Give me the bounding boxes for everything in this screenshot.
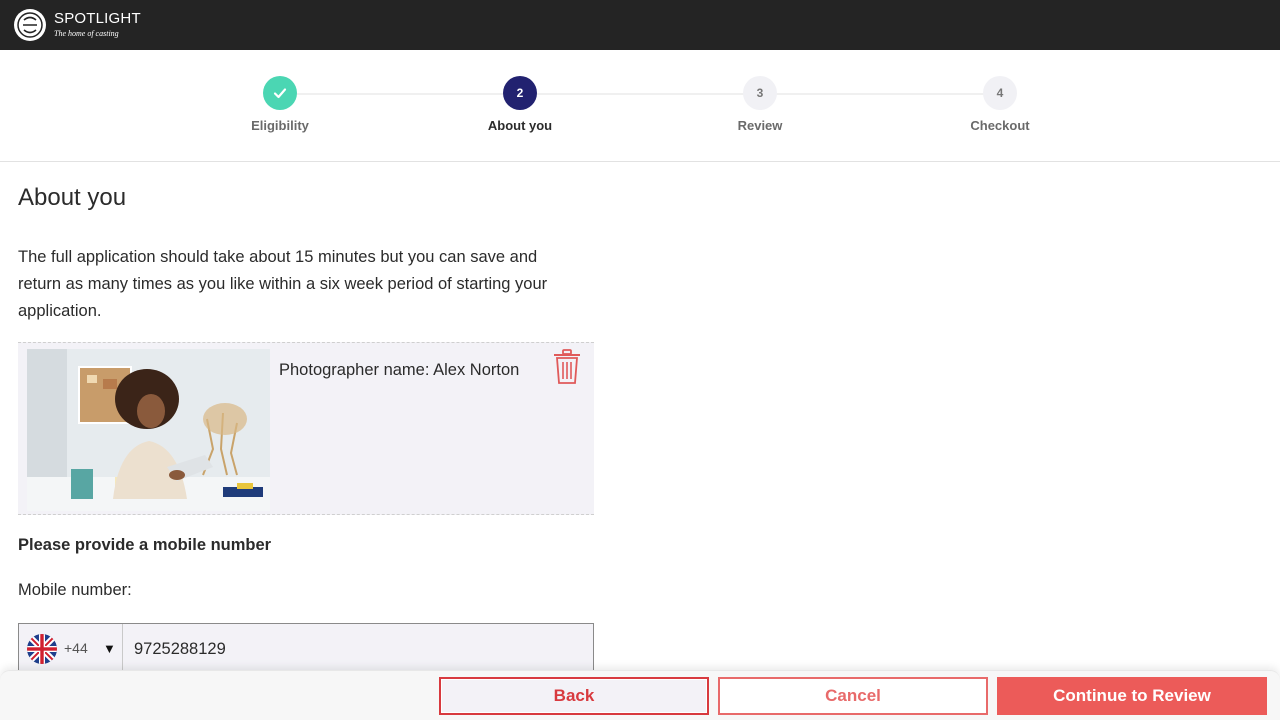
delete-photo-button[interactable] (552, 349, 582, 385)
mobile-field-label: Mobile number: (18, 581, 132, 599)
spotlight-logo-icon[interactable] (14, 9, 46, 41)
step-review[interactable]: 3 Review (690, 76, 830, 133)
step-label: About you (487, 118, 553, 133)
uk-flag-icon (27, 634, 57, 664)
step-label: Review (737, 118, 783, 133)
headshot-photo (27, 349, 270, 511)
mobile-number-input[interactable] (124, 624, 593, 674)
country-code-select[interactable]: +44 ▼ (19, 624, 123, 674)
step-number: 4 (983, 76, 1017, 110)
step-number: 2 (503, 76, 537, 110)
intro-text: The full application should take about 1… (18, 248, 548, 320)
mobile-number-field: +44 ▼ (18, 623, 594, 675)
step-about-you[interactable]: 2 About you (450, 76, 590, 133)
checkmark-icon (273, 88, 287, 99)
step-checkout[interactable]: 4 Checkout (930, 76, 1070, 133)
brand-tagline: The home of casting (54, 29, 119, 38)
brand-name[interactable]: SPOTLIGHT (54, 10, 141, 27)
dial-code: +44 (64, 640, 88, 656)
step-label: Eligibility (251, 118, 309, 133)
step-complete-check (263, 76, 297, 110)
step-label: Checkout (970, 118, 1030, 133)
photo-card: Photographer name: Alex Norton (18, 342, 594, 515)
back-button[interactable]: Back (439, 677, 709, 715)
caret-down-icon: ▼ (103, 641, 116, 656)
step-eligibility[interactable]: Eligibility (210, 76, 350, 133)
progress-stepper: Eligibility 2 About you 3 Review 4 Check… (0, 50, 1280, 162)
mobile-section-heading: Please provide a mobile number (18, 536, 272, 554)
page-title: About you (18, 184, 127, 211)
continue-to-review-button[interactable]: Continue to Review (997, 677, 1267, 715)
stepper-track (280, 93, 1000, 95)
trash-icon (554, 349, 580, 384)
step-number: 3 (743, 76, 777, 110)
photographer-name: Photographer name: Alex Norton (279, 361, 520, 379)
top-bar: SPOTLIGHT The home of casting (0, 0, 1280, 50)
action-bar: Back Cancel Continue to Review (0, 670, 1280, 720)
cancel-button[interactable]: Cancel (718, 677, 988, 715)
